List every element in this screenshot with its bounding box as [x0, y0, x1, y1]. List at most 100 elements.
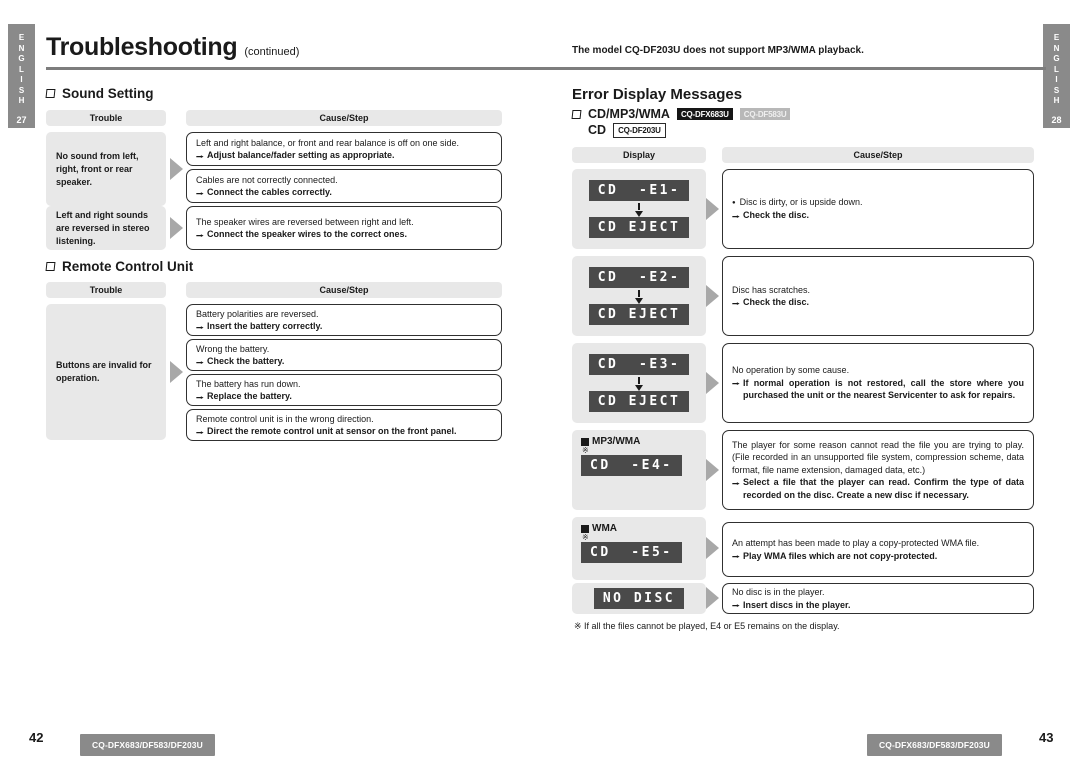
section-heading-remote-label: Remote Control Unit — [62, 259, 194, 274]
language-tab-right-letters: ENGLISH — [1053, 33, 1060, 105]
page-title-main: Troubleshooting — [46, 33, 238, 61]
subheading-cd-mp3-wma-label: CD/MP3/WMA — [588, 107, 670, 121]
language-tab-left-letters: ENGLISH — [18, 33, 25, 105]
manual-page-spread: ENGLISH 27 ENGLISH 28 Troubleshooting (c… — [0, 0, 1080, 762]
column-header-cause-sound: Cause/Step — [186, 110, 502, 126]
step-text: Replace the battery. — [196, 390, 492, 403]
subheading-cd: CD CQ-DF203U — [588, 123, 666, 138]
flow-arrow-icon — [706, 537, 719, 559]
display-cell: CD -E3- CD EJECT — [572, 343, 706, 423]
cause-text: The speaker wires are reversed between r… — [196, 216, 414, 227]
asterisk-marker: ※ — [582, 446, 589, 455]
cause-box: Disc is dirty, or is upside down. Check … — [722, 169, 1034, 249]
trouble-cell: No sound from left, right, front or rear… — [46, 132, 166, 206]
section-heading-sound-setting-label: Sound Setting — [62, 86, 154, 101]
flow-arrow-icon — [706, 459, 719, 481]
flow-arrow-icon — [706, 587, 719, 609]
flow-arrow-icon — [706, 372, 719, 394]
trouble-cell: Left and right sounds are reversed in st… — [46, 206, 166, 250]
filled-square-icon — [581, 524, 589, 533]
column-header-display: Display — [572, 147, 706, 163]
footer-model-left: CQ-DFX683/DF583/DF203U — [80, 734, 215, 756]
filled-square-icon — [581, 437, 589, 446]
flow-arrow-icon — [170, 217, 183, 239]
down-arrow-icon — [635, 375, 643, 391]
cause-box: No disc is in the player. Insert discs i… — [722, 583, 1034, 614]
step-text: If normal operation is not restored, cal… — [732, 377, 1024, 402]
step-text: Check the disc. — [732, 296, 1024, 309]
cause-box: Left and right balance, or front and rea… — [186, 132, 502, 166]
square-bullet-icon — [45, 262, 56, 271]
cause-box: An attempt has been made to play a copy-… — [722, 522, 1034, 577]
step-text: Play WMA files which are not copy-protec… — [732, 550, 1024, 563]
cause-box: No operation by some cause. If normal op… — [722, 343, 1034, 423]
language-tab-left: ENGLISH 27 — [8, 24, 35, 128]
lcd-readout-bottom: CD EJECT — [588, 217, 690, 238]
cause-box: Remote control unit is in the wrong dire… — [186, 409, 502, 441]
language-tab-right-page: 28 — [1051, 114, 1062, 125]
square-bullet-icon — [571, 109, 582, 119]
cause-text: Cables are not correctly connected. — [196, 174, 338, 185]
footer-model-right: CQ-DFX683/DF583/DF203U — [867, 734, 1002, 756]
lcd-readout-top: CD -E4- — [581, 455, 682, 476]
flow-arrow-icon — [706, 198, 719, 220]
step-text: Direct the remote control unit at sensor… — [196, 425, 492, 438]
header-divider — [46, 67, 1046, 70]
column-header-trouble-remote: Trouble — [46, 282, 166, 298]
cause-box: Disc has scratches. Check the disc. — [722, 256, 1034, 336]
cause-text: Battery polarities are reversed. — [196, 308, 319, 319]
format-label-text: WMA — [592, 523, 617, 534]
cause-text: An attempt has been made to play a copy-… — [732, 538, 980, 548]
cause-box: The battery has run down. Replace the ba… — [186, 374, 502, 406]
step-text: Check the battery. — [196, 355, 492, 368]
cause-text: Left and right balance, or front and rea… — [196, 137, 460, 148]
display-cell: WMA ※ CD -E5- — [572, 517, 706, 580]
cause-text: Wrong the battery. — [196, 343, 270, 354]
section-heading-remote-control-unit: Remote Control Unit — [45, 259, 194, 274]
flow-arrow-icon — [170, 158, 183, 180]
page-title: Troubleshooting (continued) — [46, 33, 299, 62]
lcd-readout-top: NO DISC — [593, 588, 685, 609]
column-header-cause-remote: Cause/Step — [186, 282, 502, 298]
cause-box: The speaker wires are reversed between r… — [186, 206, 502, 250]
square-bullet-icon — [45, 89, 56, 98]
cause-text: Remote control unit is in the wrong dire… — [196, 413, 374, 424]
step-text: Insert the battery correctly. — [196, 320, 492, 333]
flow-arrow-icon — [170, 361, 183, 383]
cause-text: The battery has run down. — [196, 378, 301, 389]
cause-box: Cables are not correctly connected. Conn… — [186, 169, 502, 203]
language-tab-right: ENGLISH 28 — [1043, 24, 1070, 128]
down-arrow-icon — [635, 201, 643, 217]
model-badge-df203u: CQ-DF203U — [613, 123, 666, 138]
cause-text: Disc has scratches. — [732, 284, 811, 295]
cause-text: The player for some reason cannot read t… — [732, 439, 1024, 475]
model-badge-df583u: CQ-DF583U — [739, 107, 791, 121]
step-text: Connect the speaker wires to the correct… — [196, 228, 492, 241]
page-title-suffix: (continued) — [244, 46, 300, 58]
asterisk-marker: ※ — [582, 533, 589, 542]
format-label-mp3-wma: MP3/WMA — [581, 436, 640, 447]
display-cell: CD -E2- CD EJECT — [572, 256, 706, 336]
step-text: Check the disc. — [732, 209, 1024, 222]
cause-box: Battery polarities are reversed. Insert … — [186, 304, 502, 336]
cause-text: No operation by some cause. — [732, 365, 850, 376]
display-cell: MP3/WMA ※ CD -E4- — [572, 430, 706, 510]
lcd-readout-top: CD -E3- — [588, 354, 690, 375]
down-arrow-icon — [635, 288, 643, 304]
model-support-note: The model CQ-DF203U does not support MP3… — [572, 45, 864, 56]
step-text: Select a file that the player can read. … — [732, 476, 1024, 501]
step-text: Connect the cables correctly. — [196, 186, 492, 199]
flow-arrow-icon — [706, 285, 719, 307]
step-text: Adjust balance/fader setting as appropri… — [196, 149, 492, 162]
trouble-cell: Buttons are invalid for operation. — [46, 304, 166, 440]
lcd-readout-bottom: CD EJECT — [588, 304, 690, 325]
lcd-readout-top: CD -E2- — [588, 267, 690, 288]
display-cell: NO DISC — [572, 583, 706, 614]
cause-text: Disc is dirty, or is upside down. — [732, 196, 1024, 209]
subheading-cd-mp3-wma: CD/MP3/WMA CQ-DFX683U CQ-DF583U — [571, 107, 791, 121]
step-text: Insert discs in the player. — [732, 599, 1024, 612]
display-cell: CD -E1- CD EJECT — [572, 169, 706, 249]
column-header-trouble-sound: Trouble — [46, 110, 166, 126]
cause-box: Wrong the battery. Check the battery. — [186, 339, 502, 371]
language-tab-left-page: 27 — [16, 114, 27, 125]
